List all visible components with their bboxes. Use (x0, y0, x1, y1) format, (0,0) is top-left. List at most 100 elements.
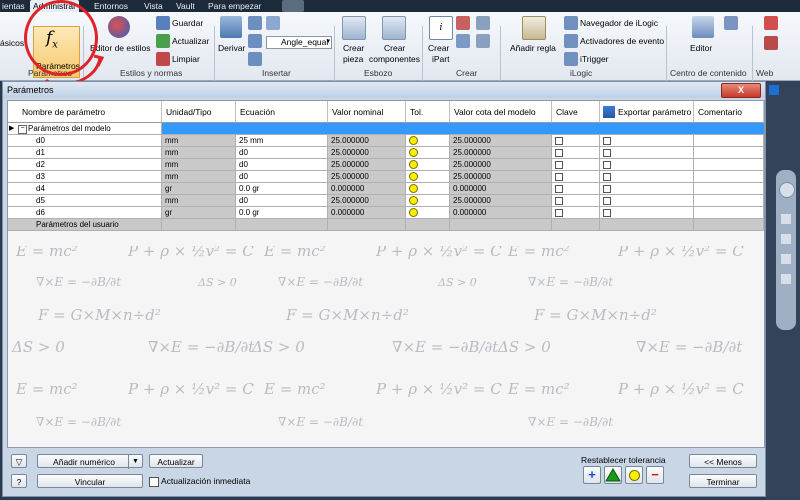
navigation-bar[interactable] (776, 170, 796, 330)
derivar-button[interactable]: Derivar (218, 43, 245, 53)
steering-wheel-icon[interactable] (779, 182, 795, 198)
table-row[interactable]: d3 mm d0 25.000000 25.000000 (8, 171, 764, 183)
itrigger-button[interactable]: iTrigger (580, 54, 609, 64)
param-unit-cell[interactable]: mm (162, 171, 236, 183)
crear-pieza-l2[interactable]: pieza (343, 54, 363, 64)
param-equation-cell[interactable]: d0 (236, 171, 328, 183)
param-equation-cell[interactable]: 0.0 gr (236, 183, 328, 195)
param-export-cell[interactable] (600, 195, 694, 207)
param-comment-cell[interactable] (694, 159, 764, 171)
param-clave-cell[interactable] (552, 147, 600, 159)
param-export-cell[interactable] (600, 207, 694, 219)
param-comment-cell[interactable] (694, 147, 764, 159)
editor-estilos-button[interactable]: Editor de estilos (90, 43, 150, 53)
param-name-cell[interactable]: d0 (8, 135, 162, 147)
param-unit-cell[interactable]: gr (162, 207, 236, 219)
dialog-titlebar[interactable]: Parámetros X (3, 82, 765, 98)
param-export-cell[interactable] (600, 171, 694, 183)
table-row[interactable]: d0 mm 25 mm 25.000000 25.000000 (8, 135, 764, 147)
tab-options-icon[interactable] (282, 0, 304, 12)
clave-checkbox[interactable] (555, 197, 563, 205)
param-unit-cell[interactable]: mm (162, 159, 236, 171)
tolerance-yellow-circle-icon[interactable] (409, 136, 418, 145)
col-header-comentario[interactable]: Comentario (694, 101, 764, 123)
param-equation-cell[interactable]: d0 (236, 147, 328, 159)
param-clave-cell[interactable] (552, 171, 600, 183)
param-export-cell[interactable] (600, 147, 694, 159)
param-tol-cell[interactable] (406, 171, 450, 183)
anadir-regla-button[interactable]: Añadir regla (510, 43, 556, 53)
param-equation-cell[interactable]: 0.0 gr (236, 207, 328, 219)
clave-checkbox[interactable] (555, 149, 563, 157)
filter-button[interactable]: ▽ (11, 454, 27, 468)
tab-vista[interactable]: Vista (144, 0, 163, 12)
menos-button[interactable]: << Menos (689, 454, 757, 468)
crear-componentes-l2[interactable]: componentes (369, 54, 420, 64)
anadir-numerico-button[interactable]: Añadir numérico ▼ (37, 454, 143, 469)
col-header-unidad[interactable]: Unidad/Tipo (162, 101, 236, 123)
editor-button[interactable]: Editor (690, 43, 712, 53)
export-checkbox[interactable] (603, 161, 611, 169)
param-unit-cell[interactable]: mm (162, 147, 236, 159)
param-name-cell[interactable]: d2 (8, 159, 162, 171)
tolerance-yellow-circle-icon[interactable] (409, 172, 418, 181)
param-clave-cell[interactable] (552, 183, 600, 195)
clave-checkbox[interactable] (555, 173, 563, 181)
tab-herramientas[interactable]: ientas (2, 0, 25, 12)
tolerance-nominal-button[interactable] (625, 466, 643, 484)
tolerance-median-button[interactable] (604, 466, 622, 484)
param-clave-cell[interactable] (552, 195, 600, 207)
param-export-cell[interactable] (600, 183, 694, 195)
col-header-ecuacion[interactable]: Ecuación (236, 101, 328, 123)
param-name-cell[interactable]: d4 (8, 183, 162, 195)
group-row-model[interactable]: ▶ − Parámetros del modelo (8, 123, 764, 135)
param-comment-cell[interactable] (694, 183, 764, 195)
table-row[interactable]: d6 gr 0.0 gr 0.000000 0.000000 (8, 207, 764, 219)
export-checkbox[interactable] (603, 173, 611, 181)
param-tol-cell[interactable] (406, 135, 450, 147)
help-button[interactable]: ? (11, 474, 27, 488)
param-equation-cell[interactable]: d0 (236, 195, 328, 207)
col-header-clave[interactable]: Clave (552, 101, 600, 123)
param-comment-cell[interactable] (694, 195, 764, 207)
content-icon-a[interactable] (724, 16, 738, 30)
tolerance-yellow-circle-icon[interactable] (409, 184, 418, 193)
tolerance-lower-button[interactable]: − (646, 466, 664, 484)
param-export-cell[interactable] (600, 135, 694, 147)
col-header-valor-nominal[interactable]: Valor nominal (328, 101, 406, 123)
col-header-exportar[interactable]: Exportar parámetro (600, 101, 694, 123)
tolerance-yellow-circle-icon[interactable] (409, 160, 418, 169)
param-comment-cell[interactable] (694, 135, 764, 147)
web-icon-b[interactable] (764, 36, 778, 50)
group-name-cell[interactable]: ▶ − Parámetros del modelo (8, 123, 162, 135)
col-header-nombre[interactable]: Nombre de parámetro (8, 101, 162, 123)
group-row-user[interactable]: Parámetros del usuario (8, 219, 764, 231)
param-unit-cell[interactable]: mm (162, 135, 236, 147)
crear-icon-a[interactable] (456, 16, 470, 30)
web-icon-a[interactable] (764, 16, 778, 30)
param-unit-cell[interactable]: mm (162, 195, 236, 207)
col-header-tol[interactable]: Tol. (406, 101, 450, 123)
param-name-cell[interactable]: d6 (8, 207, 162, 219)
param-clave-cell[interactable] (552, 159, 600, 171)
orbit-icon[interactable] (781, 254, 791, 264)
param-name-cell[interactable]: d1 (8, 147, 162, 159)
clave-checkbox[interactable] (555, 209, 563, 217)
param-clave-cell[interactable] (552, 207, 600, 219)
export-checkbox[interactable] (603, 149, 611, 157)
tolerance-yellow-circle-icon[interactable] (409, 208, 418, 217)
export-checkbox[interactable] (603, 209, 611, 217)
param-export-cell[interactable] (600, 159, 694, 171)
tab-para-empezar[interactable]: Para empezar (208, 0, 261, 12)
crear-icon-d[interactable] (476, 34, 490, 48)
terminar-button[interactable]: Terminar (689, 474, 757, 488)
actualizar-button[interactable]: Actualizar (149, 454, 203, 468)
table-row[interactable]: d1 mm d0 25.000000 25.000000 (8, 147, 764, 159)
home-icon[interactable] (769, 85, 779, 95)
look-icon[interactable] (781, 274, 791, 284)
clave-checkbox[interactable] (555, 185, 563, 193)
basicos-label[interactable]: ásicos (0, 38, 24, 48)
crear-pieza-l1[interactable]: Crear (343, 43, 364, 53)
close-button[interactable]: X (721, 83, 761, 98)
param-name-cell[interactable]: d5 (8, 195, 162, 207)
